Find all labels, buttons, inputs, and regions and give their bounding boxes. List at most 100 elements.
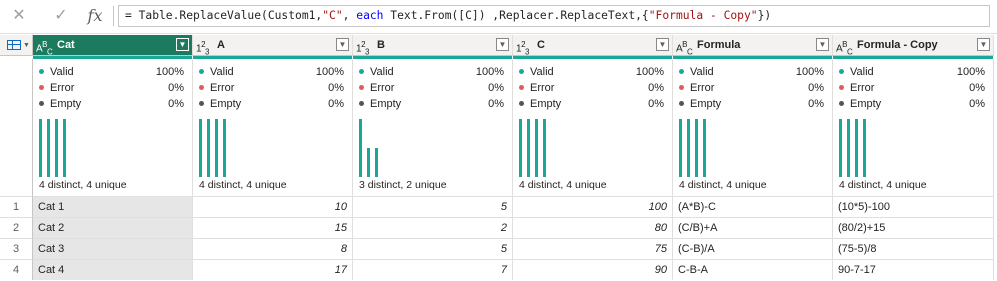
column-header[interactable]: 123 B ▼	[353, 35, 513, 56]
table-cell[interactable]: (75-5)/8	[833, 238, 994, 259]
table-cell[interactable]: Cat 2	[33, 217, 193, 238]
quality-empty-row[interactable]: Empty 0%	[839, 97, 985, 111]
distribution-bar[interactable]	[527, 119, 530, 177]
quality-valid-row[interactable]: Valid 100%	[839, 65, 985, 79]
table-cell[interactable]: 17	[193, 259, 353, 280]
column-header[interactable]: ABC Cat ▼	[33, 35, 193, 56]
table-cell[interactable]: (C-B)/A	[673, 238, 833, 259]
table-cell[interactable]: (C/B)+A	[673, 217, 833, 238]
distribution-bar[interactable]	[687, 119, 690, 177]
distribution-bar[interactable]	[863, 119, 866, 177]
quality-error-row[interactable]: Error 0%	[199, 81, 344, 95]
table-cell[interactable]: (80/2)+15	[833, 217, 994, 238]
distribution-bar[interactable]	[199, 119, 202, 177]
quality-valid-row[interactable]: Valid 100%	[679, 65, 824, 79]
distribution-bar[interactable]	[695, 119, 698, 177]
quality-percent: 0%	[648, 82, 664, 94]
distribution-bar[interactable]	[535, 119, 538, 177]
quality-error-row[interactable]: Error 0%	[519, 81, 664, 95]
filter-dropdown-icon[interactable]: ▼	[496, 38, 509, 51]
distribution-bar[interactable]	[207, 119, 210, 177]
quality-valid-row[interactable]: Valid 100%	[519, 65, 664, 79]
quality-label: Valid	[370, 66, 394, 78]
quality-label: Error	[850, 82, 875, 94]
quality-error-row[interactable]: Error 0%	[359, 81, 504, 95]
formula-string: "C"	[322, 9, 343, 22]
row-number[interactable]: 2	[0, 217, 33, 238]
column-header[interactable]: 123 C ▼	[513, 35, 673, 56]
formula-text: = Table.ReplaceValue(Custom1,	[125, 9, 323, 22]
distribution-bar[interactable]	[55, 119, 58, 177]
table-cell[interactable]: 5	[353, 196, 513, 217]
distribution-bar[interactable]	[63, 119, 66, 177]
table-menu-button[interactable]: ▼	[0, 35, 33, 56]
quality-empty-row[interactable]: Empty 0%	[679, 97, 824, 111]
table-cell[interactable]: 2	[353, 217, 513, 238]
quality-valid-row[interactable]: Valid 100%	[199, 65, 344, 79]
quality-empty-row[interactable]: Empty 0%	[199, 97, 344, 111]
close-icon[interactable]: ✕	[8, 6, 30, 26]
table-cell[interactable]: 10	[193, 196, 353, 217]
quality-error-row[interactable]: Error 0%	[679, 81, 824, 95]
column-header[interactable]: ABC Formula ▼	[673, 35, 833, 56]
quality-error-row[interactable]: Error 0%	[39, 81, 184, 95]
quality-valid-row[interactable]: Valid 100%	[39, 65, 184, 79]
distribution-chart	[199, 119, 319, 177]
distribution-bar[interactable]	[359, 119, 362, 177]
distribution-bar[interactable]	[703, 119, 706, 177]
type-glyph: 3	[525, 47, 529, 57]
row-number[interactable]: 4	[0, 259, 33, 280]
column-name: Formula	[697, 39, 741, 51]
distribution-bar[interactable]	[215, 119, 218, 177]
column-header[interactable]: 123 A ▼	[193, 35, 353, 56]
distribution-bar[interactable]	[679, 119, 682, 177]
table-cell[interactable]: 15	[193, 217, 353, 238]
filter-dropdown-icon[interactable]: ▼	[656, 38, 669, 51]
table-cell[interactable]: 90-7-17	[833, 259, 994, 280]
column-name: Formula - Copy	[857, 39, 938, 51]
table-cell[interactable]: (10*5)-100	[833, 196, 994, 217]
distribution-bar[interactable]	[839, 119, 842, 177]
distribution-bar[interactable]	[39, 119, 42, 177]
table-cell[interactable]: 8	[193, 238, 353, 259]
fx-icon[interactable]: fx	[84, 6, 106, 26]
quality-valid-row[interactable]: Valid 100%	[359, 65, 504, 79]
formula-bar: ✕ ✓ fx = Table.ReplaceValue(Custom1,"C",…	[0, 0, 997, 34]
table-cell[interactable]: Cat 3	[33, 238, 193, 259]
quality-empty-row[interactable]: Empty 0%	[39, 97, 184, 111]
filter-dropdown-icon[interactable]: ▼	[816, 38, 829, 51]
table-cell[interactable]: Cat 1	[33, 196, 193, 217]
row-number[interactable]: 3	[0, 238, 33, 259]
filter-dropdown-icon[interactable]: ▼	[336, 38, 349, 51]
distribution-bar[interactable]	[855, 119, 858, 177]
table-cell[interactable]: C-B-A	[673, 259, 833, 280]
quality-empty-row[interactable]: Empty 0%	[519, 97, 664, 111]
quality-error-row[interactable]: Error 0%	[839, 81, 985, 95]
quality-percent: 0%	[328, 98, 344, 110]
formula-input[interactable]: = Table.ReplaceValue(Custom1,"C", each T…	[118, 5, 990, 27]
table-cell[interactable]: Cat 4	[33, 259, 193, 280]
checkmark-icon[interactable]: ✓	[50, 6, 72, 26]
column-profile: Valid 100% Error 0% Empty 0% 3 distinct, 2 uni…	[353, 59, 513, 196]
table-cell[interactable]: 90	[513, 259, 673, 280]
empty-dot-icon	[839, 101, 844, 106]
column-header[interactable]: ABC Formula - Copy ▼	[833, 35, 994, 56]
distribution-bar[interactable]	[47, 119, 50, 177]
filter-dropdown-icon[interactable]: ▼	[176, 38, 189, 51]
distribution-bar[interactable]	[543, 119, 546, 177]
row-number[interactable]: 1	[0, 196, 33, 217]
table-cell[interactable]: 5	[353, 238, 513, 259]
distribution-bar[interactable]	[519, 119, 522, 177]
column-name: B	[377, 39, 385, 51]
table-cell[interactable]: 7	[353, 259, 513, 280]
table-cell[interactable]: 75	[513, 238, 673, 259]
quality-empty-row[interactable]: Empty 0%	[359, 97, 504, 111]
table-cell[interactable]: (A*B)-C	[673, 196, 833, 217]
distribution-bar[interactable]	[375, 148, 378, 177]
distribution-bar[interactable]	[223, 119, 226, 177]
filter-dropdown-icon[interactable]: ▼	[977, 38, 990, 51]
distribution-bar[interactable]	[367, 148, 370, 177]
table-cell[interactable]: 80	[513, 217, 673, 238]
table-cell[interactable]: 100	[513, 196, 673, 217]
distribution-bar[interactable]	[847, 119, 850, 177]
